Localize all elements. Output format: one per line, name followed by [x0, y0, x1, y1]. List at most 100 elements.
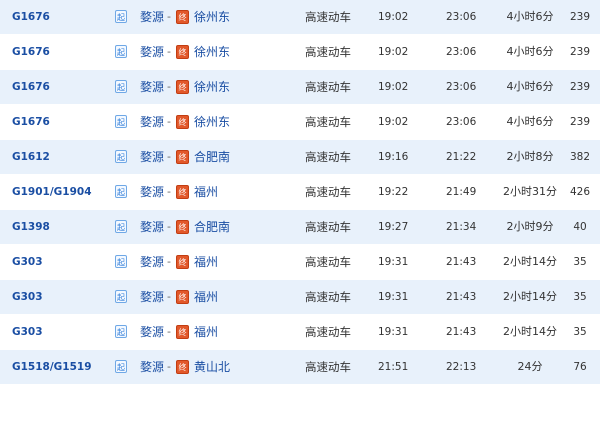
departure-station-link[interactable]: 婺源	[140, 140, 164, 174]
terminal-station-badge-icon: 终	[176, 185, 189, 199]
train-number-link[interactable]: G303	[12, 280, 43, 314]
distance-km: 35	[573, 256, 587, 268]
start-station-badge-icon: 起	[115, 115, 127, 128]
table-row: G1518/G1519 起 婺源 - 终 黄山北 高速动车 21:51 22:1…	[0, 350, 600, 385]
start-station-badge-icon: 起	[115, 150, 127, 163]
departure-station-link[interactable]: 婺源	[140, 70, 164, 104]
travel-duration: 2小时8分	[506, 150, 554, 163]
arrival-time: 23:06	[446, 116, 477, 128]
travel-duration: 4小时6分	[506, 80, 554, 93]
arrival-station-link[interactable]: 徐州东	[194, 105, 230, 139]
train-type: 高速动车	[305, 255, 351, 269]
train-number-link[interactable]: G1676	[12, 70, 50, 104]
arrival-time: 21:22	[446, 151, 477, 163]
arrival-time: 21:43	[446, 256, 477, 268]
train-number-link[interactable]: G1612	[12, 140, 50, 174]
route-separator: -	[167, 220, 171, 233]
train-number-link[interactable]: G1676	[12, 105, 50, 139]
route-separator: -	[167, 150, 171, 163]
departure-time: 19:16	[378, 151, 409, 163]
train-number-link[interactable]: G303	[12, 245, 43, 279]
table-row: G1676 起 婺源 - 终 徐州东 高速动车 19:02 23:06 4小时6…	[0, 35, 600, 70]
arrival-time: 23:06	[446, 11, 477, 23]
departure-time: 19:22	[378, 186, 409, 198]
terminal-station-badge-icon: 终	[176, 150, 189, 164]
departure-time: 19:02	[378, 116, 409, 128]
start-station-badge-icon: 起	[115, 80, 127, 93]
arrival-station-link[interactable]: 合肥南	[194, 210, 230, 244]
arrival-time: 22:13	[446, 361, 477, 373]
arrival-station-link[interactable]: 徐州东	[194, 70, 230, 104]
travel-duration: 2小时31分	[503, 185, 557, 198]
table-row: G1676 起 婺源 - 终 徐州东 高速动车 19:02 23:06 4小时6…	[0, 0, 600, 35]
start-station-badge-icon: 起	[115, 45, 127, 58]
departure-time: 19:31	[378, 291, 409, 303]
route-separator: -	[167, 80, 171, 93]
terminal-station-badge-icon: 终	[176, 115, 189, 129]
start-station-badge-icon: 起	[115, 325, 127, 338]
route-separator: -	[167, 360, 171, 373]
train-type: 高速动车	[305, 360, 351, 374]
table-row: G303 起 婺源 - 终 福州 高速动车 19:31 21:43 2小时14分…	[0, 315, 600, 350]
departure-station-link[interactable]: 婺源	[140, 350, 164, 384]
train-type: 高速动车	[305, 150, 351, 164]
departure-station-link[interactable]: 婺源	[140, 315, 164, 349]
arrival-station-link[interactable]: 福州	[194, 315, 218, 349]
arrival-time: 21:43	[446, 291, 477, 303]
start-station-badge-icon: 起	[115, 290, 127, 303]
train-timetable: G1676 起 婺源 - 终 徐州东 高速动车 19:02 23:06 4小时6…	[0, 0, 600, 385]
distance-km: 239	[569, 81, 591, 93]
train-type: 高速动车	[305, 80, 351, 94]
train-type: 高速动车	[305, 325, 351, 339]
start-station-badge-icon: 起	[115, 185, 127, 198]
distance-km: 40	[573, 221, 587, 233]
route-separator: -	[167, 255, 171, 268]
arrival-station-link[interactable]: 福州	[194, 175, 218, 209]
train-type: 高速动车	[305, 220, 351, 234]
arrival-station-link[interactable]: 福州	[194, 245, 218, 279]
departure-time: 19:02	[378, 81, 409, 93]
departure-station-link[interactable]: 婺源	[140, 280, 164, 314]
start-station-badge-icon: 起	[115, 255, 127, 268]
departure-station-link[interactable]: 婺源	[140, 210, 164, 244]
departure-station-link[interactable]: 婺源	[140, 35, 164, 69]
route-separator: -	[167, 115, 171, 128]
arrival-station-link[interactable]: 徐州东	[194, 0, 230, 34]
table-row: G1612 起 婺源 - 终 合肥南 高速动车 19:16 21:22 2小时8…	[0, 140, 600, 175]
travel-duration: 2小时14分	[503, 290, 557, 303]
travel-duration: 2小时9分	[506, 220, 554, 233]
start-station-badge-icon: 起	[115, 360, 127, 373]
arrival-station-link[interactable]: 徐州东	[194, 35, 230, 69]
terminal-station-badge-icon: 终	[176, 360, 189, 374]
departure-station-link[interactable]: 婺源	[140, 245, 164, 279]
route-separator: -	[167, 325, 171, 338]
table-row: G303 起 婺源 - 终 福州 高速动车 19:31 21:43 2小时14分…	[0, 280, 600, 315]
train-number-link[interactable]: G1518/G1519	[12, 350, 92, 384]
arrival-time: 21:43	[446, 326, 477, 338]
train-number-link[interactable]: G303	[12, 315, 43, 349]
route-separator: -	[167, 290, 171, 303]
train-number-link[interactable]: G1901/G1904	[12, 175, 92, 209]
train-number-link[interactable]: G1398	[12, 210, 50, 244]
table-row: G1901/G1904 起 婺源 - 终 福州 高速动车 19:22 21:49…	[0, 175, 600, 210]
table-row: G303 起 婺源 - 终 福州 高速动车 19:31 21:43 2小时14分…	[0, 245, 600, 280]
departure-time: 19:31	[378, 256, 409, 268]
departure-station-link[interactable]: 婺源	[140, 105, 164, 139]
train-type: 高速动车	[305, 290, 351, 304]
travel-duration: 24分	[517, 360, 543, 373]
terminal-station-badge-icon: 终	[176, 80, 189, 94]
route-separator: -	[167, 185, 171, 198]
distance-km: 76	[573, 361, 587, 373]
arrival-station-link[interactable]: 福州	[194, 280, 218, 314]
train-type: 高速动车	[305, 115, 351, 129]
train-number-link[interactable]: G1676	[12, 35, 50, 69]
arrival-station-link[interactable]: 合肥南	[194, 140, 230, 174]
train-number-link[interactable]: G1676	[12, 0, 50, 34]
distance-km: 426	[569, 186, 591, 198]
arrival-station-link[interactable]: 黄山北	[194, 350, 230, 384]
departure-station-link[interactable]: 婺源	[140, 0, 164, 34]
departure-station-link[interactable]: 婺源	[140, 175, 164, 209]
distance-km: 35	[573, 326, 587, 338]
arrival-time: 21:34	[446, 221, 477, 233]
start-station-badge-icon: 起	[115, 10, 127, 23]
